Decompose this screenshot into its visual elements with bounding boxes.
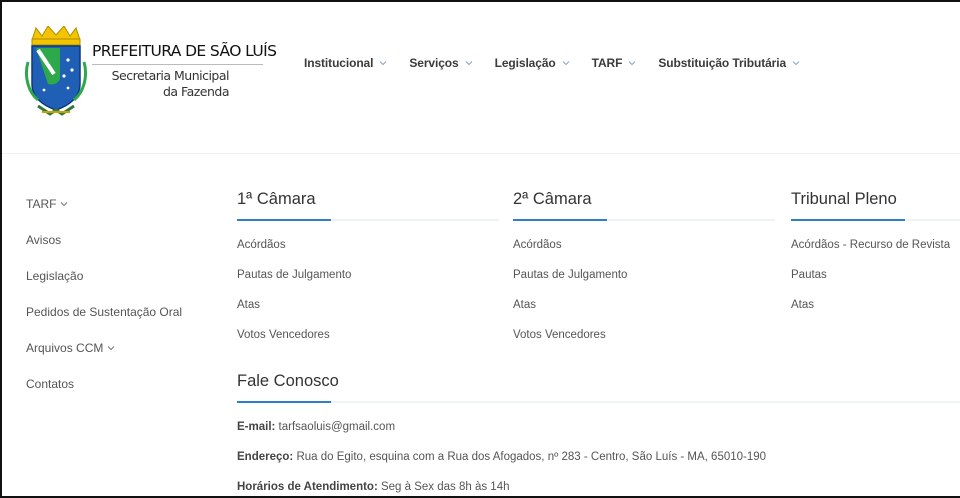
nav-item-label: Institucional <box>304 56 374 70</box>
column-tribunal-pleno: Tribunal Pleno Acórdãos - Recurso de Rev… <box>791 188 960 329</box>
page-frame: PREFEITURA DE SÃO LUÍS Secretaria Munici… <box>0 0 960 498</box>
link-atas[interactable]: Atas <box>237 299 499 315</box>
contact-email-value[interactable]: tarfsaoluis@gmail.com <box>279 421 396 433</box>
column-links: Acórdãos - Recurso de Revista Pautas Ata… <box>791 239 960 315</box>
contact-section: Fale Conosco E-mail: tarfsaoluis@gmail.c… <box>237 370 960 496</box>
column-links: Acórdãos Pautas de Julgamento Atas Votos… <box>237 239 499 345</box>
chevron-down-icon <box>628 59 636 67</box>
contact-address-label: Endereço: <box>237 451 294 463</box>
top-navigation: Institucional Serviços Legislação TARF S… <box>304 54 822 72</box>
brand-title[interactable]: PREFEITURA DE SÃO LUÍS <box>92 42 277 65</box>
chevron-down-icon <box>792 59 800 67</box>
contact-hours: Horários de Atendimento: Seg à Sex das 8… <box>237 481 960 496</box>
column-links: Acórdãos Pautas de Julgamento Atas Votos… <box>513 239 775 345</box>
contact-title: Fale Conosco <box>237 372 339 390</box>
contact-email-label: E-mail: <box>237 421 276 433</box>
site-header: PREFEITURA DE SÃO LUÍS Secretaria Munici… <box>2 2 960 154</box>
sidebar-item-avisos[interactable]: Avisos <box>26 230 216 250</box>
column-title: 2ª Câmara <box>513 190 592 208</box>
nav-item-tarf[interactable]: TARF <box>592 56 637 70</box>
link-pautas[interactable]: Pautas <box>791 269 960 285</box>
brand-subtitle: Secretaria Municipal da Fazenda <box>92 68 230 100</box>
link-atas[interactable]: Atas <box>513 299 775 315</box>
contact-hours-label: Horários de Atendimento: <box>237 481 378 493</box>
column-1a-camara: 1ª Câmara Acórdãos Pautas de Julgamento … <box>237 188 499 359</box>
nav-item-label: Legislação <box>494 56 556 70</box>
link-votos-vencedores[interactable]: Votos Vencedores <box>513 329 775 345</box>
contact-address-value: Rua do Egito, esquina com a Rua dos Afog… <box>296 451 767 463</box>
nav-item-servicos[interactable]: Serviços <box>409 56 472 70</box>
nav-item-label: Substituição Tributária <box>658 56 787 70</box>
link-atas[interactable]: Atas <box>791 299 960 315</box>
link-votos-vencedores[interactable]: Votos Vencedores <box>237 329 499 345</box>
contact-hours-value: Seg à Sex das 8h às 14h <box>380 481 510 493</box>
chevron-down-icon <box>107 344 115 352</box>
column-divider <box>237 219 499 221</box>
column-divider <box>513 219 775 221</box>
sidebar-item-label: Legislação <box>26 269 84 283</box>
chevron-down-icon <box>562 59 570 67</box>
link-acordaos-recurso-de-revista[interactable]: Acórdãos - Recurso de Revista <box>791 239 960 255</box>
sidebar-item-label: Contatos <box>26 377 75 391</box>
brand-subtitle-line-2: da Fazenda <box>162 84 230 99</box>
link-pautas-de-julgamento[interactable]: Pautas de Julgamento <box>237 269 499 285</box>
chevron-down-icon <box>60 200 68 208</box>
sidebar-menu: TARF Avisos Legislação Pedidos de Susten… <box>26 194 216 410</box>
sidebar-item-arquivos-ccm[interactable]: Arquivos CCM <box>26 338 216 358</box>
link-pautas-de-julgamento[interactable]: Pautas de Julgamento <box>513 269 775 285</box>
sidebar-item-legislacao[interactable]: Legislação <box>26 266 216 286</box>
contact-address: Endereço: Rua do Egito, esquina com a Ru… <box>237 451 960 467</box>
link-acordaos[interactable]: Acórdãos <box>237 239 499 255</box>
contact-email: E-mail: tarfsaoluis@gmail.com <box>237 421 960 437</box>
chevron-down-icon <box>379 59 387 67</box>
nav-item-label: Serviços <box>409 56 459 70</box>
nav-item-institucional[interactable]: Institucional <box>304 56 387 70</box>
nav-item-label: TARF <box>591 56 623 70</box>
column-2a-camara: 2ª Câmara Acórdãos Pautas de Julgamento … <box>513 188 775 359</box>
column-divider <box>791 219 960 221</box>
sidebar-item-pedidos-sustentacao-oral[interactable]: Pedidos de Sustentação Oral <box>26 302 216 322</box>
brand-subtitle-line-1: Secretaria Municipal <box>111 68 230 83</box>
sidebar-item-tarf[interactable]: TARF <box>26 194 216 214</box>
chevron-down-icon <box>465 59 473 67</box>
column-title: 1ª Câmara <box>237 190 316 208</box>
sidebar-item-contatos[interactable]: Contatos <box>26 374 216 394</box>
column-title: Tribunal Pleno <box>791 190 897 208</box>
link-acordaos[interactable]: Acórdãos <box>513 239 775 255</box>
sidebar-item-label: Arquivos CCM <box>26 341 104 355</box>
nav-item-legislacao[interactable]: Legislação <box>495 56 570 70</box>
nav-item-substituicao-tributaria[interactable]: Substituição Tributária <box>658 56 800 70</box>
coat-of-arms-icon[interactable] <box>24 25 88 118</box>
contact-divider <box>237 401 960 403</box>
sidebar-item-label: TARF <box>26 197 57 211</box>
sidebar-item-label: Avisos <box>26 233 62 247</box>
sidebar-item-label: Pedidos de Sustentação Oral <box>26 305 183 319</box>
